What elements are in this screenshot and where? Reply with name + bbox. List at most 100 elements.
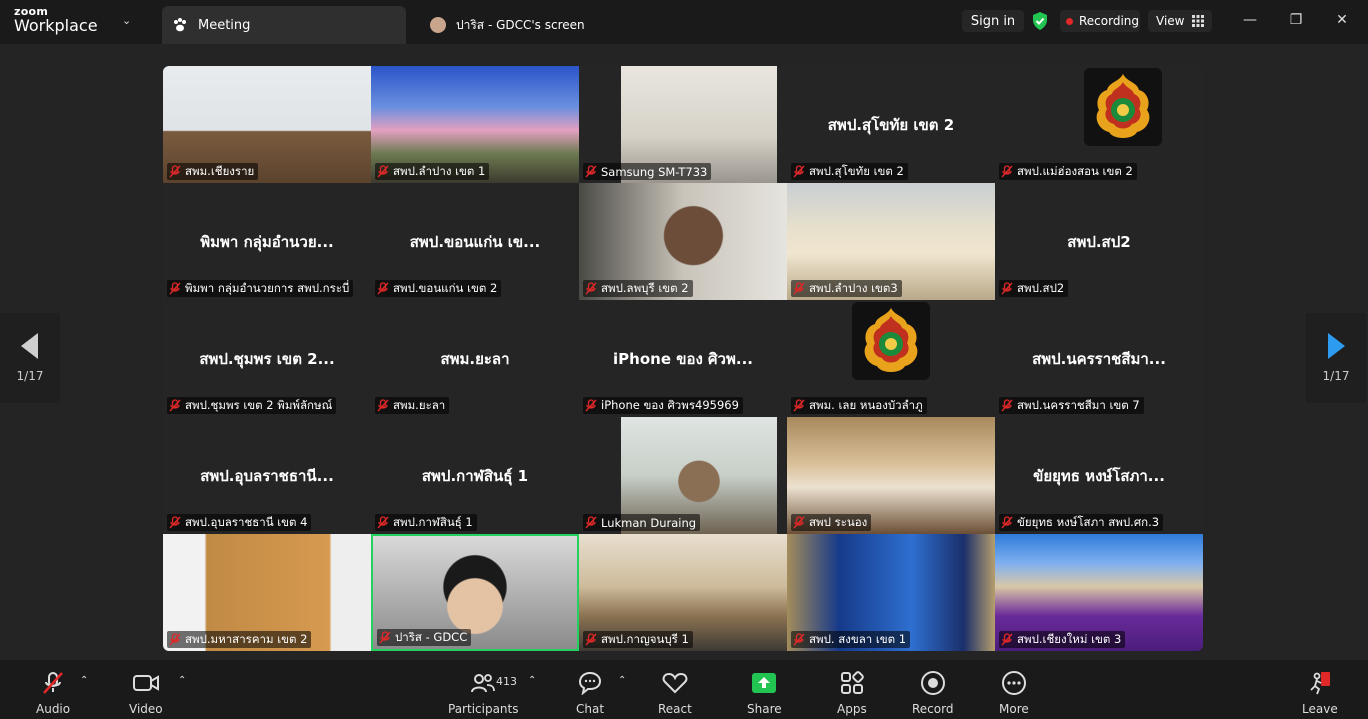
participant-tile[interactable]: สพม.ยะลา สพม.ยะลา — [371, 300, 579, 417]
participant-name: สพป.ลำปาง เขต3 — [809, 280, 898, 295]
recording-label: Recording — [1079, 14, 1140, 28]
participant-name-label: สพป.อุบลราชธานี เขต 4 — [167, 514, 312, 531]
leave-button[interactable]: Leave — [1302, 670, 1338, 716]
previous-page-button[interactable]: 1/17 — [0, 313, 60, 403]
participant-tile[interactable]: พิมพา กลุ่มอำนวย... พิมพา กลุ่มอำนวยการ ส… — [163, 183, 371, 300]
participants-options-caret-icon[interactable]: ⌃ — [528, 675, 536, 686]
react-button[interactable]: React — [658, 670, 692, 716]
mic-muted-icon — [377, 165, 389, 178]
participant-name-label: สพม.เชียงราย — [167, 163, 259, 180]
participant-name: ขัยยุทธ หงษ์โสภา สพป.ศก.3 — [1017, 514, 1160, 529]
video-button[interactable]: Video — [129, 670, 163, 716]
mic-muted-icon — [1001, 165, 1013, 178]
participant-name: สพม.เชียงราย — [185, 163, 255, 178]
participant-tile[interactable]: สพป ระนอง — [787, 417, 995, 534]
apps-button[interactable]: Apps — [837, 670, 867, 716]
participant-tile[interactable]: iPhone ของ ศิวพ... iPhone ของ ศิวพร495969 — [579, 300, 787, 417]
chevron-down-icon[interactable]: ⌄ — [122, 14, 131, 27]
share-label: Share — [747, 702, 782, 716]
view-label: View — [1156, 14, 1185, 28]
minimize-icon[interactable]: — — [1240, 12, 1260, 28]
video-grid: สพม.เชียงราย สพป.ลำปาง เขต 1 Samsung SM-T7… — [163, 66, 1203, 651]
tab-shared-screen[interactable]: ปาริส - GDCC's screen — [430, 6, 630, 44]
more-button[interactable]: More — [999, 670, 1029, 716]
participant-name: Lukman Duraing — [601, 515, 697, 530]
participant-name: สพป.เชียงใหม่ เขต 3 — [1017, 631, 1122, 646]
mic-muted-icon — [1001, 633, 1013, 646]
chat-options-caret-icon[interactable]: ⌃ — [618, 675, 626, 686]
participant-tile[interactable]: สพป.กาญจนบุรี 1 — [579, 534, 787, 651]
participant-tile[interactable]: สพป.ชุมพร เขต 2... สพป.ชุมพร เขต 2 พิมพ์ล… — [163, 300, 371, 417]
participant-tile[interactable]: Lukman Duraing — [579, 417, 787, 534]
mic-muted-icon — [585, 633, 597, 646]
participant-tile[interactable]: สพป.สป2 สพป.สป2 — [995, 183, 1203, 300]
participant-tile[interactable]: สพป.เชียงใหม่ เขต 3 — [995, 534, 1203, 651]
share-button[interactable]: Share — [747, 670, 782, 716]
participant-tile[interactable]: สพป.อุบลราชธานี... สพป.อุบลราชธานี เขต 4 — [163, 417, 371, 534]
arrow-left-icon — [21, 333, 38, 359]
participant-name: สพม. เลย หนองบัวลำภู — [809, 397, 923, 412]
mic-muted-icon — [169, 282, 181, 295]
participant-tile[interactable]: สพป.นครราชสีมา... สพป.นครราชสีมา เขต 7 — [995, 300, 1203, 417]
participant-name-label: สพม.ยะลา — [375, 397, 450, 414]
participants-count: 413 — [496, 675, 517, 688]
participant-tile[interactable]: ปาริส - GDCC — [371, 534, 579, 651]
recording-indicator[interactable]: Recording — [1060, 10, 1140, 32]
record-label: Record — [912, 702, 954, 716]
close-icon[interactable]: ✕ — [1332, 12, 1352, 28]
shield-icon[interactable] — [1030, 11, 1050, 31]
mic-muted-icon — [1001, 282, 1013, 295]
paw-icon — [172, 17, 188, 33]
record-button[interactable]: Record — [912, 670, 953, 716]
participant-tile[interactable]: Samsung SM-T733 — [579, 66, 787, 183]
participant-name: สพม.ยะลา — [393, 397, 446, 412]
participant-tile[interactable]: สพป. สงขลา เขต 1 — [787, 534, 995, 651]
participant-tile[interactable]: สพม.เชียงราย — [163, 66, 371, 183]
video-options-caret-icon[interactable]: ⌃ — [178, 675, 186, 686]
participant-name-label: สพป.ลำปาง เขต 1 — [375, 163, 490, 180]
meeting-toolbar: Audio ⌃ Video ⌃ Participants 413 ⌃ Chat … — [0, 660, 1368, 719]
chat-button[interactable]: Chat — [576, 670, 604, 716]
participant-tile[interactable]: สพป.แม่ฮ่องสอน เขต 2 — [995, 66, 1203, 183]
video-camera-icon — [132, 675, 159, 691]
restore-icon[interactable]: ❐ — [1286, 12, 1306, 28]
share-screen-icon — [752, 673, 777, 693]
mic-muted-icon — [585, 516, 597, 529]
apps-label: Apps — [837, 702, 867, 716]
mic-muted-icon — [377, 516, 389, 529]
participant-tile[interactable]: สพป.ลำปาง เขต3 — [787, 183, 995, 300]
video-label: Video — [129, 702, 163, 716]
participant-tile[interactable]: ขัยยุทธ หงษ์โสภา... ขัยยุทธ หงษ์โสภา สพป.… — [995, 417, 1203, 534]
sign-in-button[interactable]: Sign in — [962, 10, 1024, 32]
participant-name: สพป. สงขลา เขต 1 — [809, 631, 907, 646]
tab-meeting-label: Meeting — [198, 17, 251, 33]
mic-muted-icon — [585, 165, 597, 178]
participant-name-label: iPhone ของ ศิวพร495969 — [583, 397, 743, 414]
audio-button[interactable]: Audio — [36, 670, 70, 716]
participant-name-label: สพป.ขอนแก่น เขต 2 — [375, 280, 502, 297]
participant-name: iPhone ของ ศิวพร495969 — [601, 397, 739, 412]
participant-name: สพป.อุบลราชธานี เขต 4 — [185, 514, 308, 529]
participant-tile[interactable]: สพป.ขอนแก่น เข... สพป.ขอนแก่น เขต 2 — [371, 183, 579, 300]
audio-options-caret-icon[interactable]: ⌃ — [80, 675, 88, 686]
mic-muted-icon — [793, 165, 805, 178]
participant-name: พิมพา กลุ่มอำนวยการ สพป.กระบี่ — [185, 280, 350, 295]
participant-tile[interactable]: สพม. เลย หนองบัวลำภู — [787, 300, 995, 417]
heart-icon — [662, 672, 688, 694]
participant-name: สพป.มหาสารคาม เขต 2 — [185, 631, 308, 646]
mic-muted-icon — [379, 631, 391, 644]
participants-label: Participants — [448, 702, 519, 716]
participant-name: สพป.นครราชสีมา เขต 7 — [1017, 397, 1140, 412]
tab-meeting[interactable]: Meeting — [162, 6, 406, 44]
mic-muted-icon — [585, 282, 597, 295]
participant-tile[interactable]: สพป.ลพบุรี เขต 2 — [579, 183, 787, 300]
tab-screen-label: ปาริส - GDCC's screen — [456, 17, 585, 32]
next-page-button[interactable]: 1/17 — [1306, 313, 1366, 403]
participant-name-label: สพป.มหาสารคาม เขต 2 — [167, 631, 312, 648]
microphone-muted-icon — [43, 672, 63, 694]
participant-tile[interactable]: สพป.สุโขทัย เขต 2 สพป.สุโขทัย เขต 2 — [787, 66, 995, 183]
participant-tile[interactable]: สพป.มหาสารคาม เขต 2 — [163, 534, 371, 651]
participant-tile[interactable]: สพป.กาฬสินธุ์ 1 สพป.กาฬสินธุ์ 1 — [371, 417, 579, 534]
view-button[interactable]: View — [1148, 10, 1212, 32]
participant-tile[interactable]: สพป.ลำปาง เขต 1 — [371, 66, 579, 183]
